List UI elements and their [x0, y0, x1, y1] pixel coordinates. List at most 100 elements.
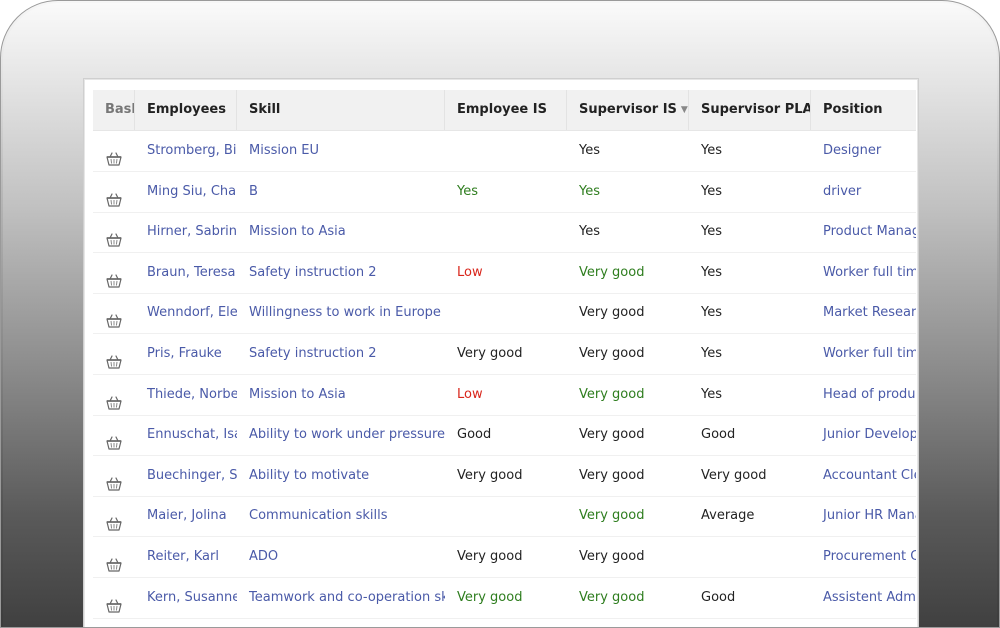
position-link[interactable]: Market Research	[811, 293, 916, 333]
employee-link[interactable]: Buechinger, Stefan	[135, 456, 237, 496]
skill-link[interactable]: Ability to work under pressure	[237, 415, 445, 455]
skill-link[interactable]: Willingness to work in Europe	[237, 293, 445, 333]
basket-cell[interactable]	[93, 578, 135, 618]
employee-link[interactable]: Reiter, Karl	[135, 537, 237, 577]
position-link[interactable]: Junior Developer	[811, 415, 916, 455]
table-row[interactable]: Reiter, Karl ADO Very good Very good Procure…	[93, 537, 916, 578]
employee-is-value: Very good	[457, 346, 523, 361]
supervisor-is-value: Yes	[579, 143, 600, 158]
table-row[interactable]: Buechinger, StefanAbility to motivate Ver…	[93, 456, 916, 497]
basket-icon[interactable]	[106, 549, 122, 572]
table-row[interactable]: Stromberg, BirgitMission EU Yes Yes Designe…	[93, 131, 916, 172]
skill-link[interactable]: Safety instruction 2	[237, 334, 445, 374]
basket-cell[interactable]	[93, 293, 135, 333]
employee-link[interactable]: Stromberg, Birgit	[135, 131, 237, 171]
skill-link[interactable]: Safety instruction 2	[237, 253, 445, 293]
basket-icon[interactable]	[106, 305, 122, 328]
basket-icon[interactable]	[106, 346, 122, 369]
skill-link[interactable]: Mission to Asia	[237, 375, 445, 415]
basket-icon[interactable]	[106, 387, 122, 410]
supervisor-plan-value: Average	[701, 508, 755, 524]
position-link[interactable]: Worker full time	[811, 334, 916, 374]
table-row[interactable]: Braun, Teresa Safety instruction 2 Low Very…	[93, 253, 916, 294]
position-link[interactable]: Accountant Clerk	[811, 456, 916, 496]
basket-cell[interactable]	[93, 456, 135, 496]
table-row[interactable]: Ming Siu, ChangB Yes Yes Yes driver	[93, 172, 916, 213]
basket-icon[interactable]	[106, 508, 122, 531]
supervisor-is-value: Very good	[579, 346, 645, 361]
skill-link[interactable]: Ability to motivate	[237, 456, 445, 496]
screen: Basket Employees Skill Employee IS Super…	[83, 78, 919, 627]
table-row[interactable]: Ennuschat, Isa Ability to work under pres…	[93, 415, 916, 457]
position-link[interactable]: Worker full time	[811, 253, 916, 293]
supervisor-plan-value: Yes	[701, 346, 722, 361]
basket-icon[interactable]	[106, 184, 122, 207]
basket-cell[interactable]	[93, 537, 135, 577]
basket-cell[interactable]	[93, 496, 135, 536]
employee-link[interactable]: Kern, Susanne	[135, 578, 237, 618]
table-row[interactable]: Pris, Frauke Safety instruction 2 Very goo…	[93, 334, 916, 375]
supervisor-is-value: Yes	[579, 183, 600, 199]
column-header-supervisor-plan[interactable]: Supervisor PLAN	[689, 90, 811, 130]
employee-link[interactable]: Thiede, Norbert	[135, 375, 237, 415]
column-header-supervisor-is-label: Supervisor IS	[579, 102, 677, 117]
basket-icon[interactable]	[106, 468, 122, 491]
device-frame: Basket Employees Skill Employee IS Super…	[0, 0, 1000, 628]
supervisor-is-value: Very good	[579, 589, 645, 605]
supervisor-plan-value: Good	[701, 589, 736, 605]
sort-down-triangle-icon: ▼	[680, 105, 688, 115]
employee-link[interactable]: Hirner, Sabrina	[135, 212, 237, 252]
employee-link[interactable]: Ming Siu, Chang	[135, 172, 237, 212]
basket-icon[interactable]	[106, 590, 122, 613]
supervisor-is-value: Very good	[579, 508, 645, 524]
skill-link[interactable]: B	[237, 172, 445, 212]
basket-icon[interactable]	[106, 143, 122, 166]
table-row[interactable]: Hirner, Sabrina Mission to Asia Yes Yes Prod…	[93, 212, 916, 254]
position-link[interactable]: driver	[811, 172, 916, 212]
basket-icon[interactable]	[106, 224, 122, 247]
table-row[interactable]: Maier, Jolina Communication skills Very go…	[93, 496, 916, 538]
basket-cell[interactable]	[93, 375, 135, 415]
basket-icon[interactable]	[106, 265, 122, 288]
supervisor-is-value: Very good	[579, 427, 645, 443]
employee-link[interactable]: Braun, Teresa	[135, 253, 237, 293]
skill-link[interactable]: Communication skills	[237, 496, 445, 536]
position-link[interactable]: Product Manager	[811, 212, 916, 252]
employee-link[interactable]: Pris, Frauke	[135, 334, 237, 374]
skill-link[interactable]: Teamwork and co-operation skills	[237, 578, 445, 618]
employee-link[interactable]: Maier, Jolina	[135, 496, 237, 536]
employee-link[interactable]: Ennuschat, Isa	[135, 415, 237, 455]
position-link[interactable]: Procurement Clerk	[811, 537, 916, 577]
supervisor-is-value: Very good	[579, 386, 645, 402]
column-header-employees[interactable]: Employees	[135, 90, 237, 130]
column-header-skill[interactable]: Skill	[237, 90, 445, 130]
employee-link[interactable]: Wenndorf, Elena	[135, 293, 237, 333]
position-link[interactable]: Head of product	[811, 375, 916, 415]
column-header-basket[interactable]: Basket	[93, 90, 135, 130]
position-link[interactable]: Designer	[811, 131, 916, 171]
basket-cell[interactable]	[93, 131, 135, 171]
basket-cell[interactable]	[93, 212, 135, 252]
table-row[interactable]: Wenndorf, ElenaWillingness to work in Eu…	[93, 293, 916, 335]
basket-cell[interactable]	[93, 172, 135, 212]
table-row[interactable]: Thiede, NorbertMission to Asia Low Very go…	[93, 375, 916, 416]
supervisor-is-value: Very good	[579, 549, 645, 564]
basket-icon[interactable]	[106, 427, 122, 450]
table-row[interactable]: Kern, Susanne Teamwork and co-operation s…	[93, 578, 916, 619]
position-link[interactable]: Junior HR Manager	[811, 496, 916, 536]
employee-is-value: Very good	[457, 589, 523, 605]
basket-cell[interactable]	[93, 415, 135, 455]
employee-is-value	[445, 293, 567, 333]
supervisor-is-value: Yes	[579, 224, 600, 240]
basket-cell[interactable]	[93, 334, 135, 374]
skill-link[interactable]: ADO	[237, 537, 445, 577]
employee-is-value: Low	[457, 386, 483, 402]
column-header-position[interactable]: Position	[811, 90, 916, 130]
supervisor-plan-value: Very good	[701, 467, 767, 483]
skill-link[interactable]: Mission to Asia	[237, 212, 445, 252]
skill-link[interactable]: Mission EU	[237, 131, 445, 171]
column-header-employee-is[interactable]: Employee IS	[445, 90, 567, 130]
column-header-supervisor-is[interactable]: Supervisor IS ▼	[567, 90, 689, 130]
basket-cell[interactable]	[93, 253, 135, 293]
position-link[interactable]: Assistent Administration	[811, 578, 916, 618]
